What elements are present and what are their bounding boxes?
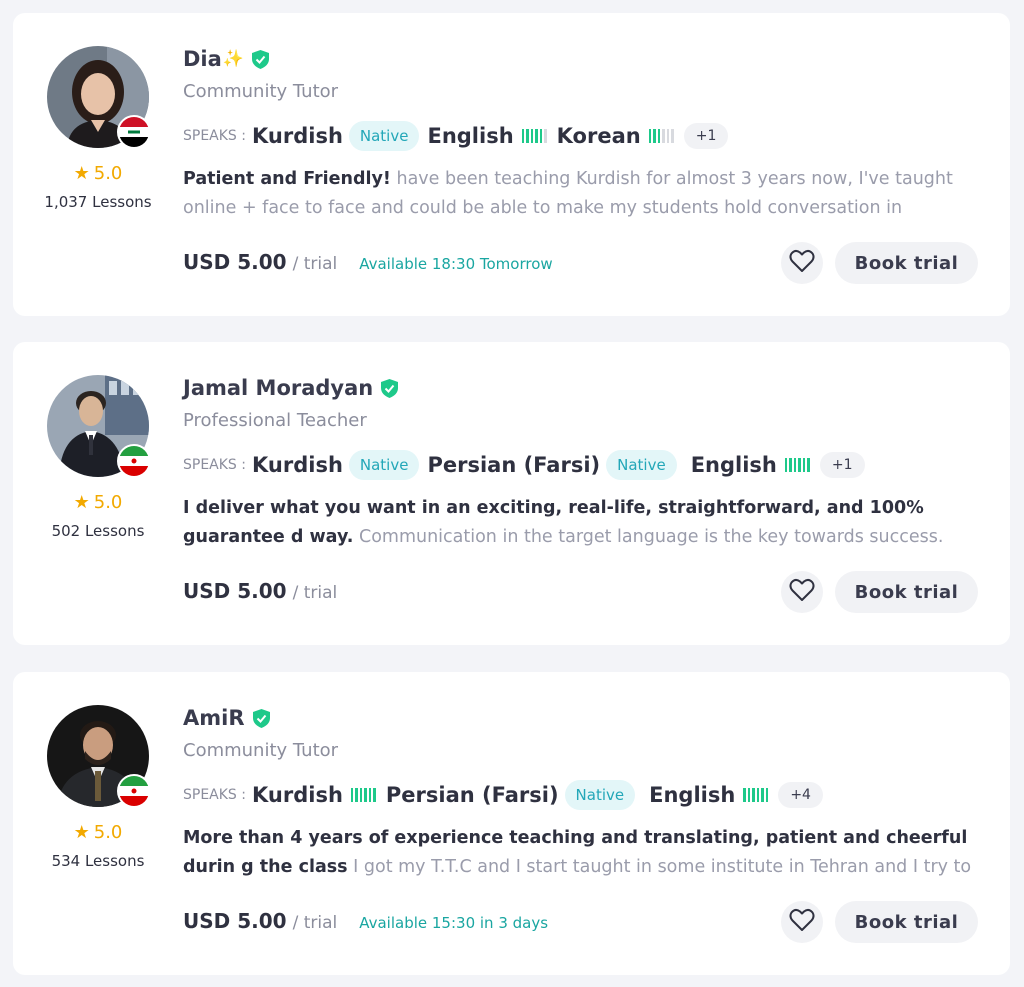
favorite-button[interactable] (781, 242, 823, 284)
price-unit: / trial (292, 254, 338, 274)
speaks-label: SPEAKS : (183, 787, 246, 803)
verified-badge-icon (252, 708, 270, 728)
description-headline: Patient and Friendly! (183, 169, 391, 189)
native-badge: Native (606, 450, 677, 480)
price-row: USD 5.00 / trial (183, 579, 337, 603)
language-name: Kurdish (252, 124, 343, 148)
more-languages-badge[interactable]: +1 (683, 123, 729, 149)
native-badge: Native (348, 121, 420, 151)
tutor-description[interactable]: More than 4 years of experience teaching… (183, 824, 978, 882)
proficiency-bars (521, 129, 547, 143)
iran-flag-icon (117, 444, 151, 478)
tutor-description[interactable]: I deliver what you want in an exciting, … (183, 494, 978, 552)
sparkle-icon: ✨ (222, 49, 244, 69)
tutor-role: Community Tutor (183, 740, 339, 761)
languages-row: SPEAKS : Kurdish Persian (Farsi) Native … (183, 778, 823, 812)
rating-value: 5.0 (93, 163, 123, 184)
star-icon: ★ (73, 822, 90, 843)
favorite-button[interactable] (781, 571, 823, 613)
heart-icon (789, 249, 815, 277)
price-unit: / trial (292, 583, 338, 603)
star-icon: ★ (73, 163, 90, 184)
language-name: Kurdish (252, 783, 343, 807)
availability-text: Available 15:30 in 3 days (359, 914, 549, 932)
tutor-name[interactable]: Dia (183, 47, 222, 71)
price-row: USD 5.00 / trial Available 15:30 in 3 da… (183, 909, 548, 933)
language-name: Persian (Farsi) (427, 453, 601, 477)
verified-badge-icon (381, 378, 399, 398)
rating: ★ 5.0 (13, 492, 183, 513)
tutor-card[interactable]: ★ 5.0 502 Lessons Jamal Moradyan Professi… (13, 342, 1010, 645)
speaks-label: SPEAKS : (183, 457, 246, 473)
tutor-card[interactable]: ★ 5.0 534 Lessons AmiR Community Tutor SP… (13, 672, 1010, 975)
tutor-role: Professional Teacher (183, 410, 367, 431)
verified-badge-icon (251, 49, 269, 69)
book-trial-button[interactable]: Book trial (835, 901, 978, 943)
native-badge: Native (348, 450, 420, 480)
tutor-name[interactable]: AmiR (183, 706, 245, 730)
heart-icon (789, 578, 815, 606)
rating-value: 5.0 (93, 492, 123, 513)
tutor-name[interactable]: Jamal Moradyan (183, 376, 373, 400)
proficiency-bars (350, 788, 376, 802)
price-row: USD 5.00 / trial Available 18:30 Tomorro… (183, 250, 553, 274)
more-languages-badge[interactable]: +4 (778, 782, 823, 808)
lesson-count: 534 Lessons (51, 852, 145, 870)
native-badge: Native (564, 780, 636, 810)
lesson-count: 1,037 Lessons (44, 193, 152, 211)
heart-icon (789, 908, 815, 936)
more-languages-badge[interactable]: +1 (819, 452, 865, 478)
trial-price: USD 5.00 (183, 250, 287, 274)
proficiency-bars (743, 788, 769, 802)
book-trial-button[interactable]: Book trial (835, 242, 978, 284)
proficiency-bars (784, 458, 810, 472)
languages-row: SPEAKS : Kurdish Native English Korean +… (183, 119, 729, 153)
language-name: Korean (556, 124, 641, 148)
price-unit: / trial (292, 913, 338, 933)
availability-text: Available 18:30 Tomorrow (359, 255, 553, 273)
rating: ★ 5.0 (13, 822, 183, 843)
tutor-card[interactable]: ★ 5.0 1,037 Lessons Dia ✨ Community Tutor… (13, 13, 1010, 316)
proficiency-bars (648, 129, 674, 143)
tutor-role: Community Tutor (183, 81, 339, 102)
lesson-count: 502 Lessons (51, 522, 145, 540)
speaks-label: SPEAKS : (183, 128, 246, 144)
trial-price: USD 5.00 (183, 579, 287, 603)
iran-flag-icon (117, 774, 151, 808)
tutor-description[interactable]: Patient and Friendly! have been teaching… (183, 165, 978, 223)
language-name: English (427, 124, 514, 148)
trial-price: USD 5.00 (183, 909, 287, 933)
book-trial-button[interactable]: Book trial (835, 571, 978, 613)
languages-row: SPEAKS : Kurdish Native Persian (Farsi) … (183, 448, 865, 482)
language-name: English (649, 783, 736, 807)
iraq-flag-icon (117, 115, 151, 149)
star-icon: ★ (73, 492, 90, 513)
language-name: English (690, 453, 777, 477)
language-name: Persian (Farsi) (385, 783, 559, 807)
rating-value: 5.0 (93, 822, 123, 843)
favorite-button[interactable] (781, 901, 823, 943)
rating: ★ 5.0 (13, 163, 183, 184)
language-name: Kurdish (252, 453, 343, 477)
